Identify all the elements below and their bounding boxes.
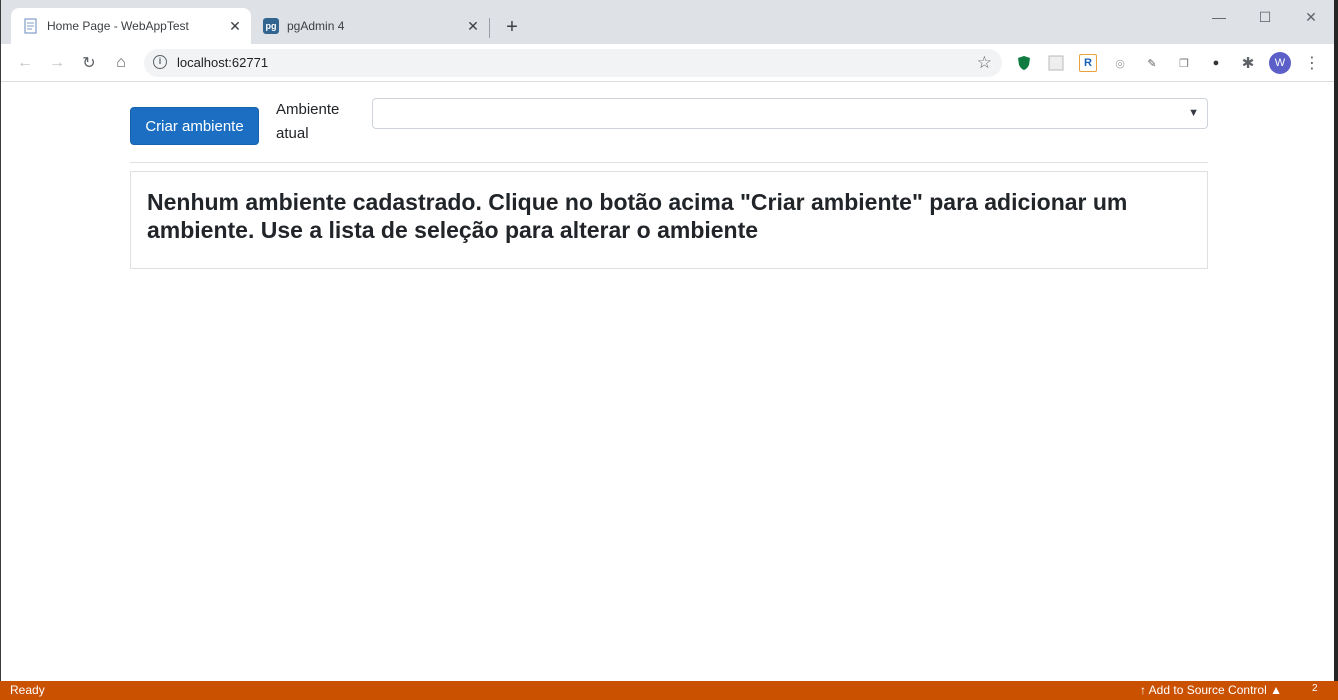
close-tab-icon[interactable]: ✕	[465, 18, 481, 34]
r-extension-icon[interactable]: R	[1079, 54, 1097, 72]
bookmark-star-icon[interactable]: ☆	[977, 53, 992, 73]
tab-separator	[489, 18, 490, 38]
copy-extension-icon[interactable]: ❐	[1175, 54, 1193, 72]
extensions-puzzle-icon[interactable]: ✱	[1239, 54, 1257, 72]
browser-window: Home Page - WebAppTest ✕ pg pgAdmin 4 ✕ …	[0, 0, 1334, 681]
reload-icon[interactable]: ↻	[78, 52, 100, 74]
target-extension-icon[interactable]: ◎	[1111, 54, 1129, 72]
browser-toolbar: ← → ↻ ⌂ i localhost:62771 ☆ R ◎ ✎ ❐ ● ✱ …	[1, 44, 1334, 82]
tab-strip: Home Page - WebAppTest ✕ pg pgAdmin 4 ✕ …	[1, 0, 1334, 44]
close-tab-icon[interactable]: ✕	[227, 18, 243, 34]
environment-select[interactable]: ▼	[372, 98, 1208, 129]
status-text: Ready	[10, 683, 45, 697]
url-text: localhost:62771	[177, 55, 269, 70]
empty-state-message: Nenhum ambiente cadastrado. Clique no bo…	[147, 189, 1128, 243]
maximize-icon[interactable]: ☐	[1253, 6, 1277, 28]
page-icon	[23, 18, 39, 34]
tab-title: Home Page - WebAppTest	[47, 19, 189, 33]
tab-pgadmin[interactable]: pg pgAdmin 4 ✕	[251, 8, 489, 44]
new-tab-icon[interactable]: +	[501, 16, 523, 38]
create-environment-button[interactable]: Criar ambiente	[130, 107, 259, 145]
pencil-extension-icon[interactable]: ✎	[1143, 54, 1161, 72]
dots-extension-icon[interactable]: ●	[1207, 54, 1225, 72]
back-icon[interactable]: ←	[14, 52, 36, 74]
empty-state-panel: Nenhum ambiente cadastrado. Clique no bo…	[130, 171, 1208, 269]
page-content: Criar ambiente Ambiente atual ▼ Nenhum a…	[1, 83, 1334, 681]
notifications-badge[interactable]: 2	[1312, 683, 1318, 694]
shield-extension-icon[interactable]	[1015, 54, 1033, 72]
home-icon[interactable]: ⌂	[110, 52, 132, 74]
forward-icon[interactable]: →	[46, 52, 68, 74]
address-bar[interactable]: i localhost:62771 ☆	[144, 49, 1002, 77]
profile-avatar[interactable]: W	[1269, 52, 1291, 74]
ide-status-bar: Ready ↑ Add to Source Control ▲ 2	[0, 681, 1338, 700]
source-control-label: Add to Source Control	[1148, 683, 1267, 697]
grid-extension-icon[interactable]	[1047, 54, 1065, 72]
divider	[130, 162, 1208, 163]
pgadmin-icon: pg	[263, 18, 279, 34]
tab-home-page[interactable]: Home Page - WebAppTest ✕	[11, 8, 251, 44]
info-icon[interactable]: i	[153, 55, 167, 69]
chevron-down-icon: ▼	[1188, 107, 1199, 119]
menu-icon[interactable]: ⋮	[1303, 53, 1321, 73]
minimize-icon[interactable]: —	[1207, 6, 1231, 28]
source-control-button[interactable]: ↑ Add to Source Control ▲	[1140, 683, 1282, 697]
tab-title: pgAdmin 4	[287, 19, 345, 33]
editor-edge	[1334, 0, 1338, 681]
current-environment-label: Ambiente atual	[276, 101, 340, 142]
close-window-icon[interactable]: ✕	[1299, 6, 1323, 28]
